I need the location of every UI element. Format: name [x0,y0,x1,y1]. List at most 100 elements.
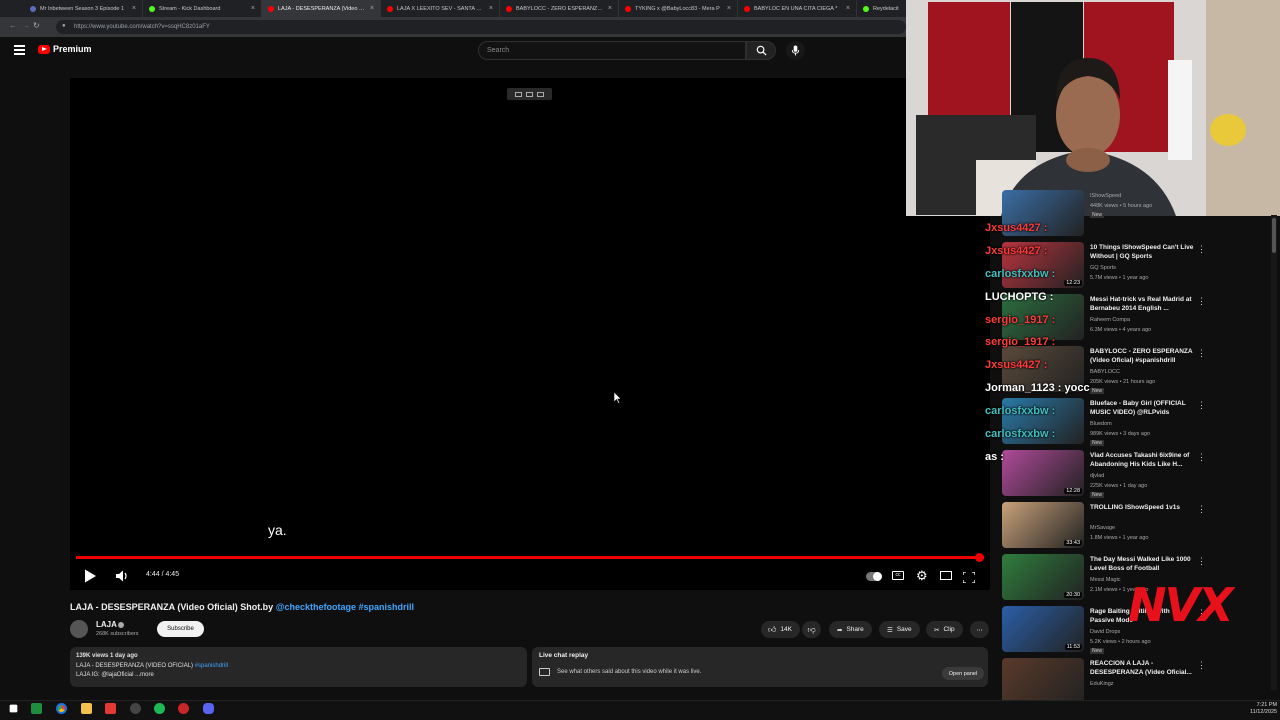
spotify-icon[interactable] [154,703,165,714]
search-button[interactable] [746,41,776,60]
recommendation-title[interactable]: REACCION A LAJA - DESESPERANZA (Video Of… [1090,659,1194,677]
captions-icon[interactable]: cc [892,571,904,580]
recommendation-thumbnail[interactable]: 33:43 [1002,502,1084,548]
address-bar[interactable]: ● https://www.youtube.com/watch?v=ssqHC8… [56,20,906,34]
save-button[interactable]: ☰ Save [879,621,920,638]
recommendation-channel[interactable]: David Drops [1090,627,1120,637]
recommendation-channel[interactable]: GQ Sports [1090,263,1116,273]
miniplayer-icon[interactable] [940,571,952,580]
recommendation-title[interactable]: Messi Hat-trick vs Real Madrid at Bernab… [1090,295,1194,313]
more-actions-button[interactable]: ⋯ [970,621,989,638]
description-box[interactable]: 139K views 1 day ago LAJA - DESESPERANZA… [70,647,527,687]
recommendation-title[interactable]: TROLLING IShowSpeed 1v1s [1090,503,1194,512]
browser-tab[interactable]: LAJA - DESESPERANZA (Video Ofi × [262,0,381,17]
volume-button[interactable] [114,569,130,583]
share-button[interactable]: ➦ Share [829,621,872,638]
like-button[interactable]: 👍︎ 14K [761,621,800,638]
search-placeholder: Search [487,47,510,54]
recommendation-menu-icon[interactable]: ⋮ [1197,244,1206,255]
recommendation-title[interactable]: 10 Things IShowSpeed Can't Live Without … [1090,243,1194,261]
search-input[interactable]: Search [478,41,746,60]
open-panel-button[interactable]: Open panel [942,667,984,680]
browser-tab[interactable]: Mr Inbetween Season 3 Episode 1 × [24,0,143,17]
recommendation-menu-icon[interactable]: ⋮ [1197,348,1206,359]
recommendation-title[interactable]: Vlad Accuses Takashi 6ix9ine of Abandoni… [1090,451,1194,469]
browser-tab[interactable]: Stream - Kick Dashboard × [143,0,262,17]
reload-icon[interactable]: ↻ [33,21,40,30]
recommendation-channel[interactable]: EduKingz [1090,679,1114,689]
voice-search-button[interactable] [786,41,805,60]
more-link[interactable]: ...more [135,672,154,678]
play-button[interactable] [82,568,98,584]
subscribe-button[interactable]: Subscribe [157,621,204,637]
settings-gear-icon[interactable]: ⚙ [916,568,928,584]
recommendation-channel[interactable]: Bluedom [1090,419,1112,429]
recommendation-menu-icon[interactable]: ⋮ [1197,660,1206,671]
recommendation-title[interactable]: Blueface - Baby Girl (OFFICIAL MUSIC VID… [1090,399,1194,417]
recommendation-title[interactable]: The Day Messi Walked Like 1000 Level Bos… [1090,555,1194,573]
obs-icon[interactable] [130,703,141,714]
scrollbar-thumb[interactable] [1272,218,1276,253]
tab-menu-icon[interactable] [0,0,24,17]
recommendation-channel[interactable]: MrSavage [1090,523,1115,533]
system-clock: 7:21 PM 11/12/2025 [1250,702,1277,716]
recommendation-channel[interactable]: Messi Magic [1090,575,1121,585]
recommendation-menu-icon[interactable]: ⋮ [1197,192,1206,203]
recommendation-channel[interactable]: djvlad [1090,471,1104,481]
folder-icon[interactable] [81,703,92,714]
progress-bar[interactable] [76,553,985,562]
browser-tab[interactable]: BABYLOC EN UNA CITA CIEGA * × [738,0,857,17]
popout-icon[interactable] [526,91,533,97]
search-icon [756,45,767,56]
recommendation-title[interactable]: BABYLOCC - ZERO ESPERANZA (Video Oficial… [1090,347,1194,365]
recommendation-thumbnail[interactable]: 12:28 [1002,450,1084,496]
clip-button[interactable]: ✂ Clip [926,621,963,638]
sidebar-scrollbar[interactable] [1271,215,1277,690]
browser-tab[interactable]: BABYLOCC - ZERO ESPERANZA (V × [500,0,619,17]
recommendation-menu-icon[interactable]: ⋮ [1197,504,1206,515]
menu-icon[interactable] [14,45,25,55]
youtube-logo[interactable]: Premium [38,44,92,54]
browser-tab[interactable]: TYKING x @BabyLocc83 - Mera P × [619,0,738,17]
tab-close-icon[interactable]: × [489,5,493,12]
discord-icon[interactable] [203,703,214,714]
recommendation-channel[interactable]: IShowSpeed [1090,191,1121,201]
translate-icon[interactable] [537,91,544,97]
chrome-icon[interactable] [56,703,67,714]
tab-close-icon[interactable]: × [370,5,374,12]
recommendation-menu-icon[interactable]: ⋮ [1197,296,1206,307]
recommendation-meta: 1.8M views • 1 year ago [1090,535,1149,541]
live-chat-replay-panel [532,647,988,687]
forward-icon[interactable]: → [22,21,30,30]
dislike-button[interactable]: 👎︎ [802,621,821,638]
channel-avatar[interactable] [70,620,88,638]
theater-mode-icon[interactable] [962,570,976,584]
browser-tab[interactable]: LAJA X LEEXITO SEV - SANTA GLO × [381,0,500,17]
recommendation-menu-icon[interactable]: ⋮ [1197,556,1206,567]
taskbar-app-icon[interactable] [31,703,42,714]
back-icon[interactable]: ← [9,21,17,30]
video-player[interactable] [70,78,990,590]
tab-close-icon[interactable]: × [608,5,612,12]
start-button-icon[interactable] [9,704,18,713]
browser-icon-2[interactable] [178,703,189,714]
tab-close-icon[interactable]: × [251,5,255,12]
recommendation-channel[interactable]: BABYLOCC [1090,367,1120,377]
recommendation-channel[interactable]: Raheem Compa [1090,315,1130,325]
recommendation-thumbnail[interactable] [1002,658,1084,704]
tab-close-icon[interactable]: × [846,5,850,12]
recommendation-menu-icon[interactable]: ⋮ [1197,452,1206,463]
recommendation-thumbnail[interactable]: 11:53 [1002,606,1084,652]
tab-close-icon[interactable]: × [132,5,136,12]
autoplay-toggle[interactable] [866,572,882,581]
chat-username: Jxsus4427 : [985,245,1048,257]
taskbar-app-icon-2[interactable] [105,703,116,714]
description-hashtag[interactable]: #spanishdrill [195,663,228,669]
site-info-icon[interactable]: ● [62,23,66,29]
miniplayer-icon[interactable] [515,91,522,97]
recommendation-menu-icon[interactable]: ⋮ [1197,400,1206,411]
tab-close-icon[interactable]: × [727,5,731,12]
channel-name[interactable]: LAJA [96,620,117,629]
video-title-links[interactable]: @checkthefootage #spanishdrill [276,602,414,612]
recommendation-thumbnail[interactable]: 20:30 [1002,554,1084,600]
